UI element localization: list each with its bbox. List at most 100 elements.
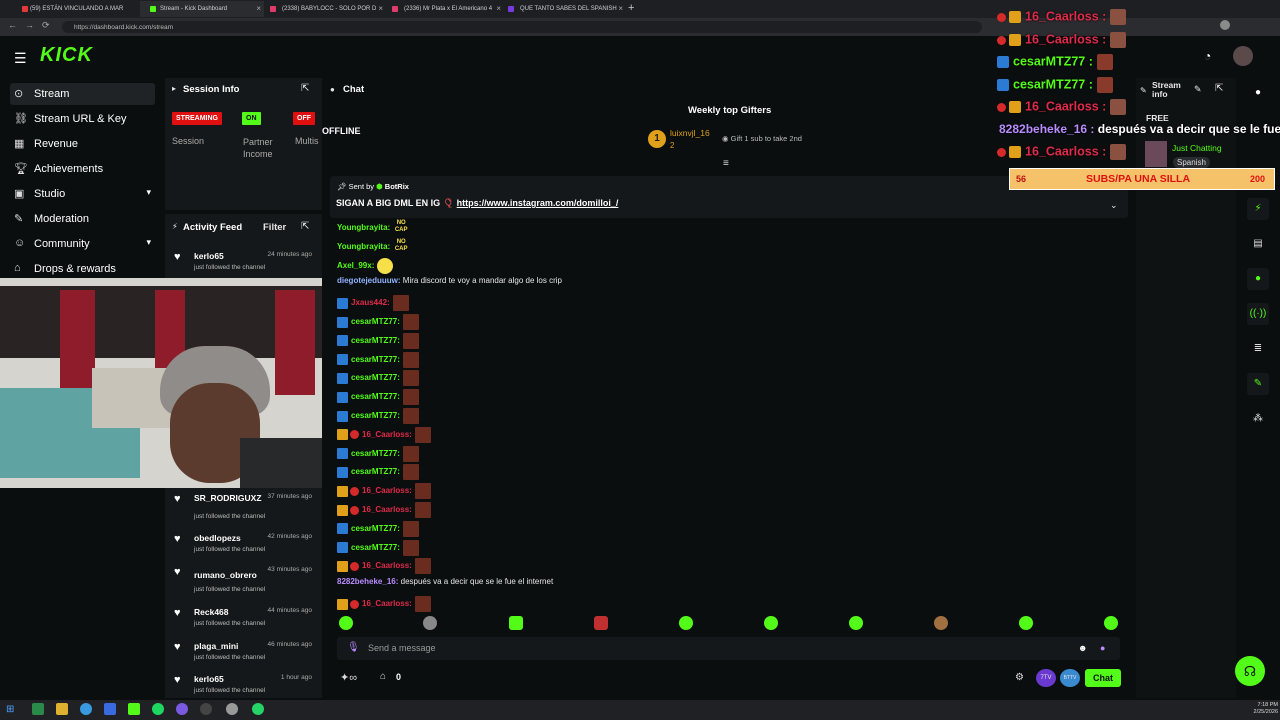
browser-tab[interactable]: (2338) BABYLOCC - SOLO POR D ×: [262, 1, 386, 17]
nav-arrows-icon[interactable]: ←→⟳: [8, 20, 58, 31]
emote-icon[interactable]: [679, 616, 693, 630]
taskbar-app-icon[interactable]: [32, 703, 44, 715]
system-clock[interactable]: 7:18 PM 2/25/2026: [1250, 702, 1278, 716]
popout-icon[interactable]: ⇱: [301, 83, 309, 94]
document-icon[interactable]: ▤: [1247, 233, 1269, 255]
emoji-icon[interactable]: ☻: [1078, 643, 1087, 653]
info-icon[interactable]: ●: [1247, 82, 1269, 104]
address-bar[interactable]: https://dashboard.kick.com/stream: [62, 21, 982, 33]
obs-icon[interactable]: [200, 703, 212, 715]
emote-icon[interactable]: [1104, 616, 1118, 630]
help-button[interactable]: ☊: [1235, 656, 1265, 686]
chat-send-button[interactable]: Chat: [1085, 669, 1121, 687]
chat-username[interactable]: cesarMTZ77:: [351, 411, 400, 420]
chat-username[interactable]: 16_Caarloss:: [362, 430, 412, 439]
layers-icon[interactable]: ≣: [1247, 338, 1269, 360]
sidebar-item-achievements[interactable]: 🏆︎ Achievements: [10, 158, 155, 180]
pinned-link[interactable]: https://www.instagram.com/domilloi_/: [457, 198, 619, 208]
emote-icon[interactable]: [849, 616, 863, 630]
taskbar-app-icon[interactable]: [226, 703, 238, 715]
seventv-icon[interactable]: 7TV: [1036, 669, 1056, 687]
browser-tab-active[interactable]: Stream - Kick Dashboard ×: [140, 1, 264, 17]
chat-username[interactable]: cesarMTZ77:: [351, 468, 400, 477]
collapse-icon[interactable]: ≡: [723, 158, 729, 169]
chat-username[interactable]: 16_Caarloss:: [362, 486, 412, 495]
gift-hint[interactable]: ◉ Gift 1 sub to take 2nd: [722, 134, 802, 143]
browser-icon[interactable]: [80, 703, 92, 715]
sidebar-item-stream-url[interactable]: ⛓ Stream URL & Key: [10, 108, 155, 130]
sidebar-item-stream[interactable]: ⊙ Stream: [10, 83, 155, 105]
sidebar-item-moderation[interactable]: ✎ Moderation: [10, 208, 155, 230]
sidebar-item-revenue[interactable]: ▦ Revenue: [10, 133, 155, 155]
emote-icon[interactable]: [594, 616, 608, 630]
chat-username[interactable]: cesarMTZ77:: [351, 392, 400, 401]
chat-username[interactable]: diegotejeduuuw:: [337, 276, 401, 285]
chat-username[interactable]: Youngbrayita:: [337, 242, 390, 251]
new-tab-button[interactable]: +: [628, 2, 634, 14]
chat-username[interactable]: Jxaus442:: [351, 298, 390, 307]
spotify-icon[interactable]: [152, 703, 164, 715]
browser-tab[interactable]: (2336) Mr Plata x El Americano 4 ×: [384, 1, 504, 17]
chat-username[interactable]: 16_Caarloss:: [362, 505, 412, 514]
sidebar-item-drops[interactable]: ⌂ Drops & rewards: [10, 258, 155, 280]
infinity-icon[interactable]: ✦∞: [340, 671, 357, 684]
emote-icon[interactable]: [764, 616, 778, 630]
avatar[interactable]: [1233, 46, 1253, 66]
gift-icon: ⌂: [14, 262, 21, 274]
category-link[interactable]: Just Chatting: [1172, 143, 1222, 153]
chat-username[interactable]: cesarMTZ77:: [351, 374, 400, 383]
broadcast-icon[interactable]: ((·)): [1247, 303, 1269, 325]
chat-input[interactable]: [337, 637, 1120, 660]
emote-icon[interactable]: [509, 616, 523, 630]
nodes-icon[interactable]: ⁂: [1247, 408, 1269, 430]
sidebar: ⊙ Stream ⛓ Stream URL & Key ▦ Revenue 🏆︎ Ach…: [0, 76, 162, 286]
close-icon[interactable]: ×: [256, 4, 261, 13]
chat-username[interactable]: cesarMTZ77:: [351, 355, 400, 364]
profile-icon[interactable]: [1220, 20, 1230, 30]
wrench-icon[interactable]: ✎: [1247, 373, 1269, 395]
chat-username[interactable]: cesarMTZ77:: [351, 317, 400, 326]
chat-username[interactable]: cesarMTZ77:: [351, 449, 400, 458]
mic-icon[interactable]: 🎙︎: [347, 642, 360, 653]
windows-start-icon[interactable]: ⊞: [6, 704, 18, 716]
popout-icon[interactable]: ⇱: [1215, 83, 1223, 94]
close-icon[interactable]: ×: [618, 4, 623, 13]
emote-icon[interactable]: [1019, 616, 1033, 630]
kick-app-icon[interactable]: [128, 703, 140, 715]
browser-tab[interactable]: QUE TANTO SABES DEL SPANISH ×: [500, 1, 626, 17]
chat-message: cesarMTZ77:: [337, 464, 419, 481]
chat-username[interactable]: cesarMTZ77:: [351, 543, 400, 552]
lightning-icon[interactable]: ⚡︎: [1247, 198, 1269, 220]
chat-username[interactable]: 16_Caarloss:: [362, 599, 412, 608]
chat-username[interactable]: cesarMTZ77:: [351, 336, 400, 345]
sidebar-item-studio[interactable]: ▣ Studio ▾: [10, 183, 155, 205]
chat-username[interactable]: Youngbrayita:: [337, 223, 390, 232]
chat-username[interactable]: 8282beheke_16:: [337, 577, 398, 586]
chat-username[interactable]: cesarMTZ77:: [351, 524, 400, 533]
chat-bubble-icon[interactable]: ●: [1247, 268, 1269, 290]
emote-icon[interactable]: [423, 616, 437, 630]
folder-icon[interactable]: [56, 703, 68, 715]
taskbar-app-icon[interactable]: [104, 703, 116, 715]
kick-emote-icon[interactable]: ●: [1100, 643, 1105, 653]
chevron-down-icon[interactable]: ⌄: [1110, 200, 1118, 211]
top-gifter-name[interactable]: luixnvjl_16: [670, 128, 710, 138]
sidebar-item-community[interactable]: ☺ Community ▾: [10, 233, 155, 255]
wrench-icon: ✎: [14, 213, 24, 225]
chat-username[interactable]: Axel_99x:: [337, 261, 374, 270]
whatsapp-icon[interactable]: [252, 703, 264, 715]
close-icon[interactable]: ×: [378, 4, 383, 13]
filter-button[interactable]: Filter: [263, 222, 286, 233]
menu-icon[interactable]: ☰: [14, 50, 27, 67]
bttv-icon[interactable]: BTTV: [1060, 669, 1080, 687]
browser-tab[interactable]: (59) ESTÁN VINCULANDO A MAR×: [0, 1, 148, 17]
edit-icon[interactable]: ✎: [1194, 84, 1202, 95]
gear-icon[interactable]: ⚙: [1015, 672, 1024, 683]
popout-icon[interactable]: ⇱: [301, 221, 309, 232]
taskbar-app-icon[interactable]: [176, 703, 188, 715]
notification-bell-icon[interactable]: ◔: [1204, 49, 1211, 63]
chat-username[interactable]: 16_Caarloss:: [362, 562, 412, 571]
emote-icon[interactable]: [339, 616, 353, 630]
emote-icon[interactable]: [934, 616, 948, 630]
kick-logo[interactable]: KICK: [40, 44, 93, 67]
